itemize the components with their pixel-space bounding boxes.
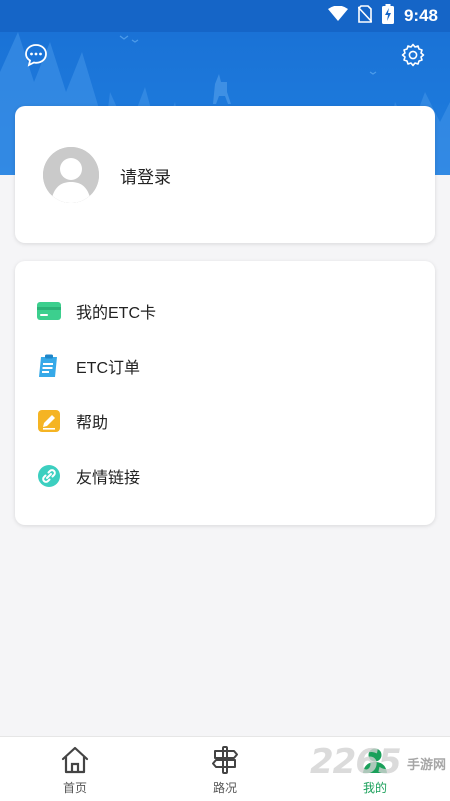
settings-button[interactable]	[398, 42, 428, 72]
menu-item-links[interactable]: 友情链接	[15, 448, 435, 503]
menu-item-label: 帮助	[76, 414, 109, 432]
nav-home[interactable]: 首页	[0, 737, 150, 801]
status-time: 9:48	[403, 6, 438, 25]
pencil-icon	[37, 409, 61, 433]
card-icon	[37, 299, 61, 323]
no-sim-icon	[357, 5, 373, 27]
watermark: 2265 手游网	[310, 742, 450, 797]
menu-item-etc-card[interactable]: 我的ETC卡	[15, 283, 435, 338]
nav-label: 首页	[62, 781, 87, 795]
menu-item-etc-order[interactable]: ETC订单	[15, 338, 435, 393]
menu-item-help[interactable]: 帮助	[15, 393, 435, 448]
home-icon	[59, 745, 91, 775]
message-button[interactable]	[21, 42, 51, 72]
status-icons: 9:48	[327, 4, 438, 28]
status-bar: 9:48	[0, 0, 450, 32]
menu-item-label: 我的ETC卡	[76, 304, 157, 322]
login-card[interactable]: 请登录	[15, 106, 435, 243]
watermark-logo-text: 2265	[310, 742, 402, 782]
link-icon	[37, 464, 61, 488]
login-prompt[interactable]: 请登录	[120, 163, 171, 188]
menu-item-label: ETC订单	[76, 359, 141, 377]
wifi-icon	[327, 5, 348, 26]
chat-bubble-icon	[24, 43, 48, 71]
battery-charging-icon	[381, 4, 394, 28]
watermark-sub-text: 手游网	[406, 758, 446, 773]
menu-card: 我的ETC卡 ETC订单 帮助 友情链接	[15, 261, 435, 525]
gear-icon	[401, 43, 425, 71]
clipboard-icon	[37, 354, 61, 378]
nav-traffic[interactable]: 路况	[150, 737, 300, 801]
menu-item-label: 友情链接	[76, 469, 141, 487]
signpost-icon	[209, 745, 241, 775]
default-avatar-icon[interactable]	[43, 147, 99, 203]
nav-label: 路况	[212, 781, 237, 795]
